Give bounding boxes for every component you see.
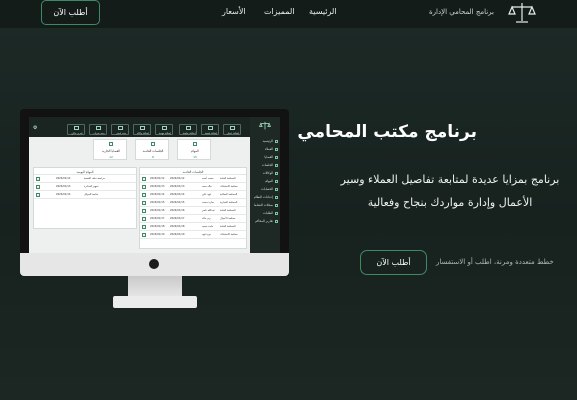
- stat-card: المهام 15: [177, 139, 211, 160]
- order-now-hero-button[interactable]: أطلب الآن: [360, 250, 427, 275]
- list-item: 2024/01/12 مراجعة ملف القضية: [34, 175, 136, 183]
- sidebar-item: الطلبات: [263, 211, 278, 215]
- nav-link-features[interactable]: المميزات: [264, 7, 295, 16]
- table-row: 2024/01/15 2024/01/15 سارة محمد المحكمة الت…: [140, 199, 246, 207]
- sidebar-item: العملاء: [265, 147, 278, 151]
- quick-action: تقرير مالي: [67, 124, 85, 135]
- app-sidebar: الرئيسية العملاء القضايا الجلسات الوكالا…: [250, 117, 280, 255]
- quick-action: إضافة وكالة: [133, 124, 151, 135]
- monitor-base: [113, 296, 197, 308]
- list-item: 2024/01/13 تجهيز المذكرة: [34, 183, 136, 191]
- sidebar-item: الرئيسية: [263, 139, 278, 143]
- camera-dot: [149, 259, 159, 269]
- table-row: 2024/01/16 2024/01/16 عبدالله ناصر المحكمة …: [140, 207, 246, 215]
- quick-action: إضافة جلسة: [179, 124, 197, 135]
- table-row: 2024/01/14 2024/01/14 فهد علي المحكمة العما…: [140, 191, 246, 199]
- app-preview-screen: ⚙ تقرير مالي سند صرف سند قبض إضافة وكالة…: [29, 117, 280, 255]
- sidebar-item: القضايا: [264, 155, 278, 159]
- quick-action: سند قبض: [111, 124, 129, 135]
- list-item: 2024/01/14 متابعة الموكل: [34, 191, 136, 199]
- sidebar-item: تقارير المحاكم: [255, 219, 278, 223]
- sidebar-item: إعدادات النظام: [254, 195, 278, 199]
- order-now-nav-button[interactable]: أطلب الآن: [41, 0, 100, 25]
- scales-logo-icon: [259, 121, 271, 130]
- quick-action: سند صرف: [89, 124, 107, 135]
- sidebar-item: المهام: [265, 179, 278, 183]
- settings-icon: ⚙: [33, 125, 38, 131]
- table-row: 2024/01/19 2024/01/19 نورة فهد محكمة الاستئ…: [140, 231, 246, 239]
- sidebar-item: الوكالات: [263, 171, 278, 175]
- hero-title: برنامج مكتب المحامي: [297, 122, 477, 142]
- plans-note: خطط متعددة ومرنة، اطلب أو الاستفسار: [436, 258, 554, 266]
- scales-logo-icon[interactable]: [508, 1, 536, 25]
- table-row: 2024/01/13 2024/01/13 خالد سعد محكمة الاستئ…: [140, 183, 246, 191]
- nav-link-pricing[interactable]: الأسعار: [222, 7, 246, 16]
- top-nav: أطلب الآن الأسعار المميزات الرئيسية برنا…: [0, 0, 577, 28]
- quick-action: إضافة مهمة: [155, 124, 173, 135]
- sessions-panel: الجلسات القادمة 2024/01/12 2024/01/12 محمد…: [139, 167, 247, 249]
- nav-link-home[interactable]: الرئيسية: [309, 7, 337, 16]
- stat-card: الجلسات القادمة 8: [135, 139, 169, 160]
- quick-action: إضافة عميل: [223, 124, 241, 135]
- sidebar-item: الجلسات: [262, 163, 278, 167]
- table-row: 2024/01/18 2024/01/18 ماجد سعيد المحكمة الع…: [140, 223, 246, 231]
- sidebar-item: الحسابات: [261, 187, 278, 191]
- table-row: 2024/01/17 2024/01/17 ريم خالد محكمة الأحوا…: [140, 215, 246, 223]
- brand-name[interactable]: برنامج المحامي الإدارة: [429, 8, 494, 16]
- tasks-panel: المهام اليومية 2024/01/12 مراجعة ملف القض…: [33, 167, 137, 229]
- table-row: 2024/01/12 2024/01/12 محمد أحمد المحكمة الع…: [140, 175, 246, 183]
- quick-action: إضافة قضية: [201, 124, 219, 135]
- monitor-stand: [128, 276, 182, 298]
- stat-card: القضايا الجارية 12: [93, 139, 127, 160]
- hero-subtitle: برنامج بمزايا عديدة لمتابعة تفاصيل العمل…: [340, 173, 560, 209]
- sidebar-item: سجلات النشاط: [254, 203, 278, 207]
